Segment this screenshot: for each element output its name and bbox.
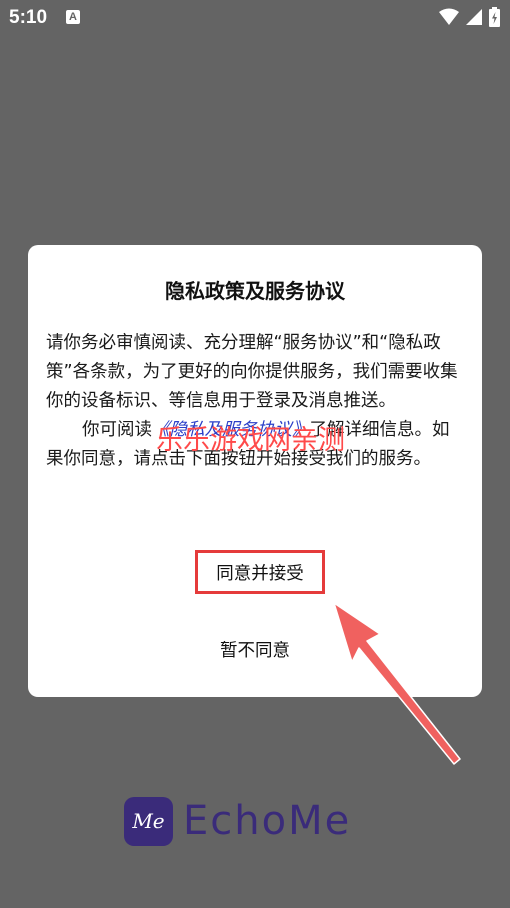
status-bar: 5:10 A [0,0,510,36]
wifi-icon [439,8,459,25]
privacy-dialog: 隐私政策及服务协议 请你务必审慎阅读、充分理解“服务协议”和“隐私政策”各条款，… [28,245,482,697]
disagree-button[interactable]: 暂不同意 [195,632,315,666]
logo-badge-icon: Me [124,796,173,846]
notification-a-icon: A [66,10,80,24]
watermark-text: 乐乐游戏网亲测 [156,425,345,456]
app-logo: Me EchoMe [124,796,351,846]
battery-charging-icon [489,7,500,27]
status-time: 5:10 [9,7,48,28]
logo-name: EchoMe [183,798,352,844]
paragraph-2-prefix: 你可阅读 [82,420,152,440]
agree-button[interactable]: 同意并接受 [195,550,325,594]
status-icons [439,7,500,27]
dialog-title: 隐私政策及服务协议 [165,279,345,303]
dialog-body-paragraph-1: 请你务必审慎阅读、充分理解“服务协议”和“隐私政策”各条款，为了更好的向你提供服… [46,333,458,411]
signal-icon [466,9,482,25]
